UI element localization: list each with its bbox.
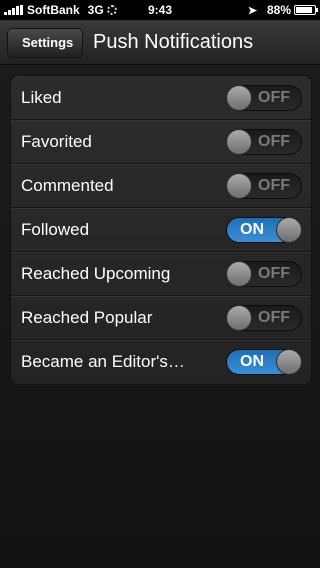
toggle-reached-upcoming[interactable]: OFF [226, 260, 302, 287]
toggle-state-label: OFF [258, 308, 290, 326]
toggle-state-label: OFF [258, 264, 290, 282]
setting-label: Reached Upcoming [21, 263, 171, 283]
toggle-liked[interactable]: OFF [226, 84, 302, 111]
status-bar: SoftBank 3G 9:43 ➤ 88% [0, 0, 320, 20]
setting-label: Favorited [21, 131, 92, 151]
battery-percent: 88% [266, 3, 291, 17]
toggle-commented[interactable]: OFF [226, 172, 302, 199]
toggle-favorited[interactable]: OFF [226, 128, 302, 155]
toggle-state-label: ON [240, 353, 264, 370]
toggle-knob [226, 128, 252, 155]
setting-row-favorited: Favorited OFF [11, 120, 311, 164]
setting-label: Commented [21, 175, 114, 195]
toggle-followed[interactable]: ON [226, 216, 302, 243]
setting-label: Became an Editor's… [21, 352, 185, 371]
toggle-state-label: ON [240, 220, 264, 238]
setting-row-became-an-editor-s: Became an Editor's… ON [11, 340, 311, 384]
location-arrow-icon: ➤ [247, 4, 257, 17]
setting-row-liked: Liked OFF [11, 76, 311, 120]
page-title: Push Notifications [93, 31, 254, 53]
setting-row-reached-popular: Reached Popular OFF [11, 296, 311, 340]
toggle-state-label: OFF [258, 176, 290, 194]
toggle-knob [276, 349, 302, 375]
toggle-knob [276, 216, 302, 243]
setting-row-commented: Commented OFF [11, 164, 311, 208]
setting-label: Followed [21, 219, 90, 239]
back-button[interactable]: Settings [7, 28, 84, 58]
toggle-became-an-editor-s[interactable]: ON [226, 349, 302, 375]
setting-row-followed: Followed ON [11, 208, 311, 252]
battery-icon [294, 5, 318, 15]
toggle-knob [226, 260, 252, 287]
setting-label: Liked [21, 87, 62, 107]
toggle-knob [226, 304, 252, 331]
toggle-knob [226, 172, 252, 199]
setting-row-reached-upcoming: Reached Upcoming OFF [11, 252, 311, 296]
settings-group: Liked OFF Favorited OFF Commented OFF Followed… [10, 75, 312, 385]
navigation-bar: Settings Push Notifications [0, 20, 320, 65]
toggle-reached-popular[interactable]: OFF [226, 304, 302, 331]
toggle-state-label: OFF [258, 132, 290, 150]
setting-label: Reached Popular [21, 307, 153, 327]
toggle-knob [226, 84, 252, 111]
toggle-state-label: OFF [258, 88, 290, 106]
back-button-label: Settings [22, 35, 74, 50]
